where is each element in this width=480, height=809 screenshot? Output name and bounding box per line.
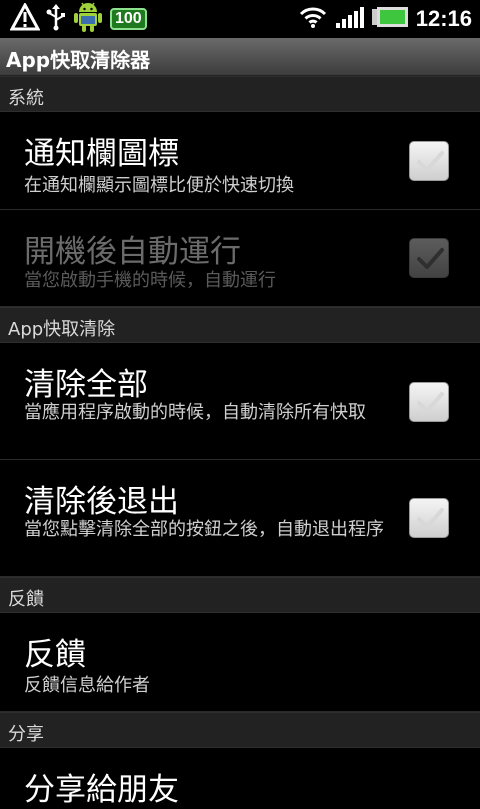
pref-share[interactable]: 分享給朋友 bbox=[0, 748, 480, 808]
status-bar: 100 12:16 bbox=[0, 0, 480, 38]
status-time: 12:16 bbox=[415, 6, 472, 31]
android-icon bbox=[72, 0, 104, 38]
pref-clear-all[interactable]: 清除全部 當應用程序啟動的時候，自動清除所有快取 bbox=[0, 343, 480, 460]
autostart-checkbox bbox=[409, 238, 449, 278]
section-header-label: 分享 bbox=[8, 724, 44, 745]
status-bar-left: 100 bbox=[9, 1, 147, 35]
pref-feedback[interactable]: 反饋 反饋信息給作者 bbox=[0, 613, 480, 712]
section-header-cache: App快取清除 bbox=[0, 307, 480, 343]
section-header-label: 反饋 bbox=[8, 589, 44, 610]
status-bar-right: 12:16 bbox=[298, 4, 472, 34]
title-bar: App快取清除器 bbox=[0, 38, 480, 76]
notification-icon-checkbox[interactable] bbox=[409, 141, 449, 181]
check-icon bbox=[417, 248, 444, 269]
clear-all-checkbox[interactable] bbox=[409, 382, 449, 422]
section-header-feedback: 反饋 bbox=[0, 577, 480, 613]
pref-title: 清除後退出 bbox=[24, 484, 179, 520]
pref-summary: 當您啟動手機的時候，自動運行 bbox=[24, 270, 276, 291]
pref-exit-after-clear[interactable]: 清除後退出 當您點擊清除全部的按鈕之後，自動退出程序 bbox=[0, 460, 480, 577]
pref-title: 分享給朋友 bbox=[24, 772, 179, 808]
pref-summary: 反饋信息給作者 bbox=[24, 675, 150, 696]
section-header-system: 系統 bbox=[0, 76, 480, 112]
usb-icon bbox=[46, 3, 66, 35]
pref-title: 清除全部 bbox=[24, 367, 148, 403]
section-header-label: 系統 bbox=[8, 88, 44, 109]
pref-notification-icon[interactable]: 通知欄圖標 在通知欄顯示圖標比便於快速切換 bbox=[0, 112, 480, 210]
pref-title: 反饋 bbox=[24, 637, 86, 673]
pref-summary: 在通知欄顯示圖標比便於快速切換 bbox=[24, 175, 294, 196]
pref-title: 開機後自動運行 bbox=[24, 234, 241, 270]
warning-icon bbox=[9, 1, 41, 35]
battery-icon bbox=[371, 7, 408, 31]
pref-summary: 當您點擊清除全部的按鈕之後，自動退出程序 bbox=[24, 519, 384, 540]
check-icon bbox=[417, 151, 444, 172]
signal-icon bbox=[335, 5, 364, 33]
wifi-icon bbox=[298, 5, 328, 33]
check-icon bbox=[417, 392, 444, 413]
exit-after-clear-checkbox[interactable] bbox=[409, 498, 449, 538]
section-header-label: App快取清除 bbox=[8, 319, 116, 340]
app-title: App快取清除器 bbox=[6, 48, 151, 72]
pref-title: 通知欄圖標 bbox=[24, 136, 179, 172]
check-icon bbox=[417, 508, 444, 529]
pref-summary: 當應用程序啟動的時候，自動清除所有快取 bbox=[24, 402, 366, 423]
battery-level-badge: 100 bbox=[110, 8, 147, 30]
pref-autostart: 開機後自動運行 當您啟動手機的時候，自動運行 bbox=[0, 210, 480, 307]
section-header-share: 分享 bbox=[0, 712, 480, 748]
